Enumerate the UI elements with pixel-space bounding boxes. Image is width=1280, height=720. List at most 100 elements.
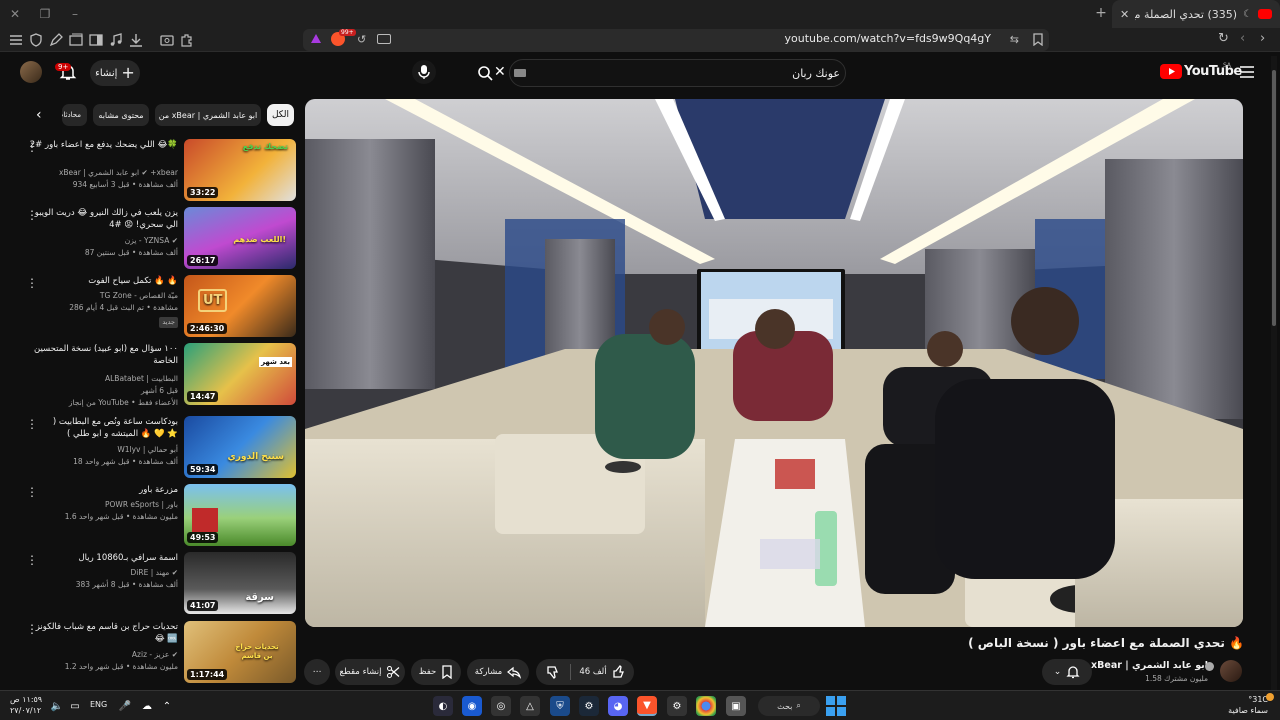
discord-icon[interactable]: ◕ <box>608 696 628 716</box>
input-language[interactable]: ENG <box>90 700 107 709</box>
more-options-icon[interactable]: ⋮ <box>26 554 38 566</box>
video-title[interactable]: اسمة سرافي بـ10860 ريال <box>28 552 178 564</box>
avatar[interactable] <box>20 61 42 83</box>
video-channel[interactable]: ALBatabet | البطابيت <box>28 373 178 384</box>
clear-search-icon[interactable]: ✕ <box>494 64 506 80</box>
youtube-logo-icon[interactable] <box>1160 64 1182 79</box>
pen-icon[interactable] <box>48 32 64 48</box>
more-actions-button[interactable]: ⋯ <box>304 659 330 685</box>
chip-more[interactable]: محادثات <box>62 104 87 126</box>
list-item[interactable]: تحديات حراج بن قاسم 1:17:44 تحديات حراج … <box>20 621 296 683</box>
clock[interactable]: ١١:٥٩ ص ٢٧/٠٧/١٢ <box>10 694 42 716</box>
browser-tab-active[interactable]: ☾ (335) تحدي الصملة مع اعضاء باور ( ✕ <box>1112 0 1280 28</box>
more-options-icon[interactable]: ⋮ <box>26 277 38 289</box>
save-button[interactable]: حفظ <box>411 659 461 685</box>
tabs-icon[interactable] <box>68 32 84 48</box>
mic-tray-icon[interactable]: 🎤 <box>115 696 135 716</box>
channel-name[interactable]: xBear | ابو عابد الشمري <box>1091 660 1208 671</box>
video-thumbnail[interactable]: UT 2:46:30 <box>184 275 296 337</box>
channel-avatar[interactable] <box>1220 660 1242 682</box>
list-item[interactable]: UT 2:46:30 تكمل سياح الفوت 🔥 🔥 TG Zone -… <box>20 275 296 337</box>
video-thumbnail[interactable]: اللعب ضدهم! 26:17 <box>184 207 296 269</box>
network-icon[interactable]: ▭ <box>65 696 85 716</box>
video-thumbnail[interactable]: تحديات حراج بن قاسم 1:17:44 <box>184 621 296 683</box>
tray-overflow-icon[interactable]: ⌃ <box>157 696 177 716</box>
weather-widget[interactable]: °31C سماء صافية <box>1228 694 1268 716</box>
task-view-icon[interactable]: ▣ <box>726 696 746 716</box>
url-text[interactable]: youtube.com/watch?v=fds9w9Qq4gY <box>785 32 992 45</box>
back-icon[interactable]: ‹ <box>1240 31 1245 46</box>
steam-icon[interactable]: ⚙ <box>579 696 599 716</box>
more-options-icon[interactable]: ⋮ <box>26 623 38 635</box>
video-title[interactable]: تكمل سياح الفوت 🔥 🔥 <box>28 275 178 287</box>
list-item[interactable]: اللعب ضدهم! 26:17 يزن يلعب في زالك النير… <box>20 207 296 269</box>
clip-button[interactable]: إنشاء مقطع <box>335 659 405 685</box>
taskbar-search[interactable]: بحث ⌕ <box>758 696 820 716</box>
video-title[interactable]: بودكاست ساعة ونُص مع البطابيت ( الميتشه … <box>28 416 178 440</box>
video-channel[interactable]: POWR eSports | باور <box>28 499 178 510</box>
brave-icon[interactable]: ▼ <box>637 696 657 716</box>
search-box[interactable]: ✕ <box>478 59 846 87</box>
more-options-icon[interactable]: ⋮ <box>26 486 38 498</box>
youtube-logo-text[interactable]: YouTube <box>1184 64 1242 79</box>
share-button[interactable]: مشاركة <box>467 659 529 685</box>
chip-all[interactable]: الكل <box>267 104 294 126</box>
video-channel[interactable]: xBear | ابو عابد الشمري ✔ +xbear <box>28 167 178 178</box>
video-title[interactable]: ١٠٠ سؤال مع (ابو عبيد) نسخة المتحسين الخ… <box>28 343 178 367</box>
url-settings-icon[interactable]: ⇆ <box>1010 33 1019 46</box>
video-thumbnail[interactable]: بعد شهر 14:47 <box>184 343 296 405</box>
video-channel[interactable]: DiRE | مهند ✔ <box>28 567 178 578</box>
new-tab-button[interactable]: + <box>1092 5 1110 23</box>
minimize-window-button[interactable]: – <box>60 0 90 28</box>
video-thumbnail[interactable]: تضحك تدفع 33:22 <box>184 139 296 201</box>
list-item[interactable]: سنيح الدوري 59:34 بودكاست ساعة ونُص مع ا… <box>20 416 296 478</box>
video-title[interactable]: تحديات حراج بن قاسم مع شباب فالكونز 😂 🆒 <box>28 621 178 645</box>
settings-icon[interactable]: ⚙ <box>667 696 687 716</box>
more-options-icon[interactable]: ⋮ <box>26 209 38 221</box>
app-icon-2[interactable]: ◉ <box>462 696 482 716</box>
video-player[interactable] <box>305 99 1243 627</box>
page-scrollbar[interactable] <box>1271 56 1277 690</box>
video-thumbnail[interactable]: سرقة 41:07 <box>184 552 296 614</box>
app-icon-4[interactable]: △ <box>520 696 540 716</box>
close-window-button[interactable]: ✕ <box>0 0 30 28</box>
sidebar-icon[interactable] <box>88 32 104 48</box>
video-thumbnail[interactable]: سنيح الدوري 59:34 <box>184 416 296 478</box>
cloud-icon[interactable]: ☁ <box>137 696 157 716</box>
subscribe-toggle-button[interactable]: ⌄ <box>1042 659 1092 685</box>
menu-icon[interactable] <box>1235 60 1259 84</box>
app-icon-3[interactable]: ◎ <box>491 696 511 716</box>
restore-window-button[interactable]: ❐ <box>30 0 60 28</box>
video-channel[interactable]: Aziz - عزيز ✔ <box>28 649 178 660</box>
music-icon[interactable] <box>108 32 124 48</box>
dislike-button[interactable] <box>536 665 570 679</box>
chip-related[interactable]: محتوى مشابه <box>93 104 149 126</box>
list-item[interactable]: تضحك تدفع 33:22 اللي يضحك يدفع مع اعضاء … <box>20 139 296 201</box>
refresh-icon[interactable]: ↻ <box>1218 31 1229 46</box>
more-options-icon[interactable]: ⋮ <box>26 418 38 430</box>
extensions-icon[interactable] <box>179 32 195 48</box>
reload-page-icon[interactable]: ↺ <box>357 33 366 46</box>
volume-icon[interactable]: 🔈 <box>47 696 67 716</box>
menu-icon[interactable] <box>8 32 24 48</box>
chip-from-channel[interactable]: من xBear | ابو عابد الشمري <box>155 104 261 126</box>
bookmark-icon[interactable] <box>1033 33 1043 46</box>
forward-icon[interactable]: › <box>1260 31 1265 46</box>
create-button[interactable]: إنشاء + <box>90 60 140 86</box>
video-title[interactable]: مزرعة باور <box>28 484 178 496</box>
screenshot-icon[interactable] <box>159 32 175 48</box>
close-tab-icon[interactable]: ✕ <box>1120 8 1129 21</box>
video-thumbnail[interactable]: 49:53 <box>184 484 296 546</box>
app-icon-1[interactable]: ◐ <box>433 696 453 716</box>
address-bar[interactable]: 99+ ↺ youtube.com/watch?v=fds9w9Qq4gY ⇆ <box>303 29 1049 51</box>
more-options-icon[interactable]: ⋮ <box>26 141 38 153</box>
list-item[interactable]: بعد شهر 14:47 ١٠٠ سؤال مع (ابو عبيد) نسخ… <box>20 343 296 409</box>
chips-scroll-arrow-icon[interactable]: ‹ <box>36 107 42 123</box>
video-channel[interactable]: يزن - YZNSA ✔ <box>28 235 178 246</box>
scrollbar-thumb[interactable] <box>1272 70 1276 326</box>
search-input[interactable] <box>550 63 840 83</box>
mic-icon[interactable] <box>412 60 436 84</box>
shield-icon[interactable] <box>28 32 44 48</box>
video-channel[interactable]: TG Zone - ميّة القصاص <box>28 290 178 301</box>
video-title[interactable]: اللي يضحك يدفع مع اعضاء باور #2 😂🍀 <box>28 139 178 151</box>
